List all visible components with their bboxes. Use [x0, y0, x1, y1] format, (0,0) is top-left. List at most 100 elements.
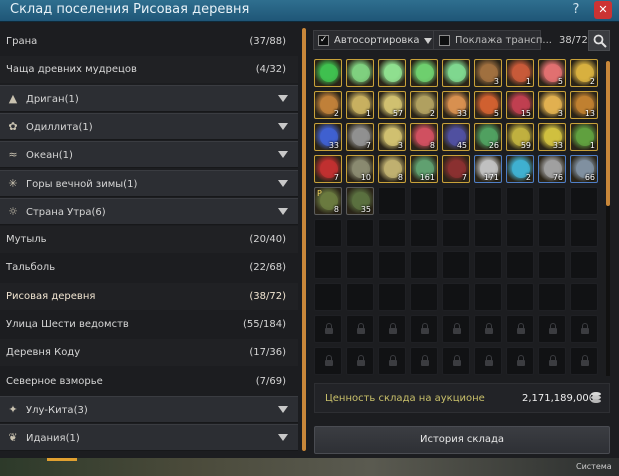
- region-row[interactable]: ☼ Страна Утра(6): [0, 197, 298, 225]
- item-slot[interactable]: [442, 59, 470, 87]
- title-bar[interactable]: Склад поселения Рисовая деревня ? ✕: [0, 0, 619, 22]
- region-row[interactable]: ✳ Горы вечной зимы(1): [0, 169, 298, 197]
- empty-slot[interactable]: [570, 283, 598, 311]
- left-scrollbar[interactable]: [302, 28, 306, 451]
- item-slot[interactable]: 3: [474, 59, 502, 87]
- item-slot[interactable]: [314, 59, 342, 87]
- item-slot[interactable]: [410, 59, 438, 87]
- chevron-down-icon[interactable]: [278, 122, 288, 130]
- grid-scrollbar-thumb[interactable]: [606, 61, 610, 206]
- item-slot[interactable]: 33: [314, 123, 342, 151]
- item-slot[interactable]: 57: [378, 91, 406, 119]
- empty-slot[interactable]: [538, 187, 566, 215]
- item-slot[interactable]: 13: [570, 91, 598, 119]
- autosort-checkbox[interactable]: ✓: [318, 35, 329, 46]
- empty-slot[interactable]: [570, 251, 598, 279]
- autosort-dropdown[interactable]: ✓ Автосортировка: [313, 30, 439, 50]
- empty-slot[interactable]: [474, 219, 502, 247]
- village-row[interactable]: Деревня Коду (17/36): [0, 339, 298, 366]
- item-slot[interactable]: 1: [346, 91, 374, 119]
- transport-checkbox[interactable]: [439, 35, 450, 46]
- item-slot[interactable]: 3: [378, 123, 406, 151]
- item-slot[interactable]: 2: [410, 91, 438, 119]
- item-slot[interactable]: 7: [346, 123, 374, 151]
- search-button[interactable]: [588, 30, 610, 51]
- empty-slot[interactable]: [474, 251, 502, 279]
- village-row[interactable]: Грана (37/88): [0, 28, 298, 55]
- chevron-down-icon[interactable]: [278, 405, 288, 413]
- help-icon[interactable]: ?: [567, 1, 585, 19]
- region-row[interactable]: ≈ Океан(1): [0, 141, 298, 169]
- region-row[interactable]: ✿ Одиллита(1): [0, 112, 298, 140]
- empty-slot[interactable]: [506, 283, 534, 311]
- system-label[interactable]: Система: [576, 462, 612, 471]
- empty-slot[interactable]: [346, 251, 374, 279]
- empty-slot[interactable]: [538, 251, 566, 279]
- empty-slot[interactable]: [410, 219, 438, 247]
- empty-slot[interactable]: [474, 283, 502, 311]
- empty-slot[interactable]: [570, 187, 598, 215]
- item-slot[interactable]: 33: [442, 91, 470, 119]
- item-slot[interactable]: 171: [474, 155, 502, 183]
- empty-slot[interactable]: [410, 283, 438, 311]
- storage-history-button[interactable]: История склада: [314, 426, 610, 454]
- item-slot[interactable]: 59: [506, 123, 534, 151]
- village-row[interactable]: Чаща древних мудрецов (4/32): [0, 56, 298, 83]
- empty-slot[interactable]: [538, 219, 566, 247]
- item-slot[interactable]: 10: [346, 155, 374, 183]
- empty-slot[interactable]: [378, 187, 406, 215]
- chevron-down-icon[interactable]: [278, 434, 288, 442]
- empty-slot[interactable]: [506, 187, 534, 215]
- empty-slot[interactable]: [378, 251, 406, 279]
- item-slot[interactable]: [346, 59, 374, 87]
- empty-slot[interactable]: [538, 283, 566, 311]
- empty-slot[interactable]: [346, 219, 374, 247]
- item-slot[interactable]: 1: [506, 59, 534, 87]
- empty-slot[interactable]: [378, 283, 406, 311]
- item-slot[interactable]: 161: [410, 155, 438, 183]
- item-slot[interactable]: 2: [506, 155, 534, 183]
- village-row[interactable]: Рисовая деревня (38/72): [0, 283, 298, 310]
- empty-slot[interactable]: [442, 187, 470, 215]
- empty-slot[interactable]: [506, 251, 534, 279]
- item-slot[interactable]: 5: [474, 91, 502, 119]
- empty-slot[interactable]: [442, 283, 470, 311]
- item-slot[interactable]: 26: [474, 123, 502, 151]
- empty-slot[interactable]: [442, 219, 470, 247]
- empty-slot[interactable]: [314, 219, 342, 247]
- item-slot[interactable]: 45: [442, 123, 470, 151]
- empty-slot[interactable]: [378, 219, 406, 247]
- village-row[interactable]: Тальболь (22/68): [0, 254, 298, 281]
- chevron-down-icon[interactable]: [278, 94, 288, 102]
- empty-slot[interactable]: [474, 187, 502, 215]
- chevron-down-icon[interactable]: [278, 151, 288, 159]
- item-slot[interactable]: 3: [538, 91, 566, 119]
- item-slot[interactable]: P8: [314, 187, 342, 215]
- item-slot[interactable]: 35: [346, 187, 374, 215]
- empty-slot[interactable]: [410, 187, 438, 215]
- empty-slot[interactable]: [442, 251, 470, 279]
- village-row[interactable]: Северное взморье (7/69): [0, 368, 298, 395]
- empty-slot[interactable]: [346, 283, 374, 311]
- item-slot[interactable]: 15: [506, 91, 534, 119]
- chevron-down-icon[interactable]: [278, 179, 288, 187]
- item-slot[interactable]: 2: [570, 59, 598, 87]
- item-slot[interactable]: 8: [410, 123, 438, 151]
- village-row[interactable]: Улица Шести ведомств (55/184): [0, 311, 298, 338]
- item-slot[interactable]: 1: [570, 123, 598, 151]
- region-row[interactable]: ❦ Идания(1): [0, 424, 298, 452]
- empty-slot[interactable]: [314, 283, 342, 311]
- item-slot[interactable]: 33: [538, 123, 566, 151]
- item-slot[interactable]: 7: [314, 155, 342, 183]
- grid-scrollbar[interactable]: [606, 61, 610, 376]
- empty-slot[interactable]: [314, 251, 342, 279]
- close-icon[interactable]: ✕: [594, 1, 612, 19]
- region-row[interactable]: ▲ Дриган(1): [0, 84, 298, 112]
- empty-slot[interactable]: [506, 219, 534, 247]
- chevron-down-icon[interactable]: [278, 207, 288, 215]
- transport-cargo-toggle[interactable]: Поклажа трансп...: [433, 30, 552, 50]
- chevron-down-icon[interactable]: [424, 38, 432, 44]
- item-slot[interactable]: [378, 59, 406, 87]
- item-slot[interactable]: 8: [378, 155, 406, 183]
- item-slot[interactable]: 76: [538, 155, 566, 183]
